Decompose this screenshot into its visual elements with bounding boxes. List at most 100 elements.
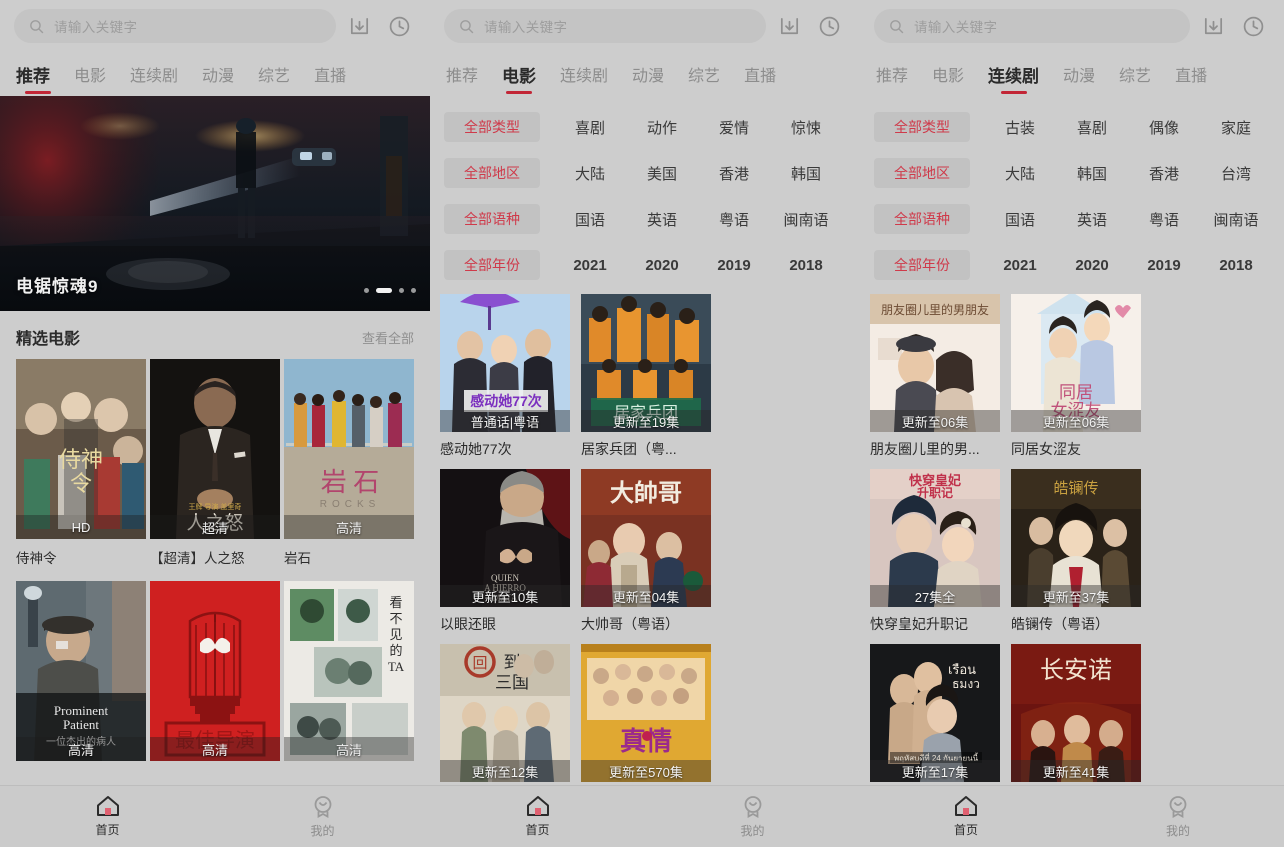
filter-option[interactable]: 大陆 <box>984 163 1056 184</box>
tab-dongman[interactable]: 动漫 <box>190 52 246 96</box>
download-icon[interactable] <box>342 9 376 43</box>
filter-all-year[interactable]: 全部年份 <box>444 250 540 280</box>
filter-option[interactable]: 2021 <box>984 257 1056 274</box>
history-clock-icon[interactable] <box>382 9 416 43</box>
list-item[interactable]: 最佳导演 高清 <box>150 581 280 761</box>
download-icon[interactable] <box>772 9 806 43</box>
list-item[interactable]: 看 不 见 的 TA 高清 <box>284 581 414 761</box>
tab-zhibo[interactable]: 直播 <box>1163 52 1219 96</box>
poster-thumbnail[interactable]: 最佳导演 高清 <box>150 581 280 761</box>
poster-thumbnail[interactable]: QUIEN A HIERRO MATA 更新至10集 <box>440 469 570 607</box>
poster-thumbnail[interactable]: 快穿皇妃 升职记 27集全 <box>870 469 1000 607</box>
poster-thumbnail[interactable]: 同居 女涩友 更新至06集 <box>1011 294 1141 432</box>
filter-option[interactable]: 粤语 <box>1128 209 1200 230</box>
list-item[interactable]: 岩 石 ROCKS 高清 岩石 <box>284 359 414 567</box>
filter-option[interactable]: 2019 <box>698 257 770 274</box>
tab-lianxuju[interactable]: 连续剧 <box>118 52 190 96</box>
tab-zongyi[interactable]: 综艺 <box>1107 52 1163 96</box>
tab-dongman[interactable]: 动漫 <box>1051 52 1107 96</box>
filter-all-region[interactable]: 全部地区 <box>874 158 970 188</box>
filter-option[interactable]: 2 <box>1272 257 1284 274</box>
table-row[interactable]: 大帥哥 更新至04集 大帅哥（粤语） <box>581 469 711 634</box>
tab-zongyi[interactable]: 综艺 <box>246 52 302 96</box>
filter-option[interactable]: 警匪 <box>1272 117 1284 138</box>
filter-option[interactable]: 大陆 <box>554 163 626 184</box>
carousel-dot[interactable] <box>399 288 404 293</box>
poster-thumbnail[interactable]: เรือน ธมงว พฤหัสบดีที่ 24 กันยายนนี้ 更新至… <box>870 644 1000 782</box>
table-row[interactable]: 居家兵团 更新至19集 居家兵团（粤... <box>581 294 711 459</box>
table-row[interactable]: 感动她77次 普通话|粤语 感动她77次 <box>440 294 570 459</box>
tab-lianxuju[interactable]: 连续剧 <box>548 52 620 96</box>
poster-thumbnail[interactable]: 回 到 三国 更新至12集 <box>440 644 570 782</box>
filter-option[interactable]: 喜剧 <box>554 117 626 138</box>
tab-dongman[interactable]: 动漫 <box>620 52 676 96</box>
table-row[interactable]: 同居 女涩友 更新至06集 同居女涩友 <box>1011 294 1141 459</box>
filter-option[interactable]: 犯罪 <box>842 117 860 138</box>
poster-thumbnail[interactable]: 真情 更新至570集 <box>581 644 711 782</box>
filter-all-language[interactable]: 全部语种 <box>444 204 540 234</box>
nav-item-home[interactable]: 首页 <box>860 786 1072 847</box>
table-row[interactable]: 朋友圈儿里的男朋友 更新至06集 朋友圈儿里的男... <box>870 294 1000 459</box>
filter-all-type[interactable]: 全部类型 <box>444 112 540 142</box>
filter-option[interactable]: 2020 <box>626 257 698 274</box>
poster-thumbnail[interactable]: 居家兵团 更新至19集 <box>581 294 711 432</box>
filter-option[interactable]: 英语 <box>1056 209 1128 230</box>
poster-thumbnail[interactable]: 王牌 导演 盖里奇 人之怒 超清 <box>150 359 280 539</box>
tab-tuijian[interactable]: 推荐 <box>14 52 62 96</box>
filter-option[interactable]: 2019 <box>1128 257 1200 274</box>
filter-option[interactable]: 韩 <box>842 209 860 230</box>
list-item[interactable]: Prominent Patient 一位杰出的病人 高清 <box>16 581 146 761</box>
tab-dianying[interactable]: 电影 <box>62 52 118 96</box>
carousel-dot[interactable] <box>364 288 369 293</box>
search-input[interactable]: 请输入关键字 <box>874 9 1190 43</box>
nav-item-home[interactable]: 首页 <box>0 786 215 847</box>
poster-thumbnail[interactable]: 朋友圈儿里的男朋友 更新至06集 <box>870 294 1000 432</box>
table-row[interactable]: QUIEN A HIERRO MATA 更新至10集 以眼还眼 <box>440 469 570 634</box>
poster-thumbnail[interactable]: 皓镧传 更新至37集 <box>1011 469 1141 607</box>
poster-thumbnail[interactable]: 岩 石 ROCKS 高清 <box>284 359 414 539</box>
nav-item-profile[interactable]: 我的 <box>645 786 860 847</box>
filter-option[interactable]: 粤语 <box>698 209 770 230</box>
tab-lianxuju[interactable]: 连续剧 <box>976 52 1051 96</box>
history-clock-icon[interactable] <box>812 9 846 43</box>
search-input[interactable]: 请输入关键字 <box>444 9 766 43</box>
list-item[interactable]: 侍神 令 HD 侍神令 <box>16 359 146 567</box>
filter-option[interactable]: 2 <box>842 257 860 274</box>
filter-all-region[interactable]: 全部地区 <box>444 158 540 188</box>
tab-zongyi[interactable]: 综艺 <box>676 52 732 96</box>
filter-option[interactable]: 古装 <box>984 117 1056 138</box>
filter-option[interactable]: 惊悚 <box>770 117 842 138</box>
filter-option[interactable]: 2021 <box>554 257 626 274</box>
filter-option[interactable]: 英国 <box>842 163 860 184</box>
filter-option[interactable]: 韩 <box>1272 209 1284 230</box>
filter-option[interactable]: 英语 <box>626 209 698 230</box>
poster-thumbnail[interactable]: 大帥哥 更新至04集 <box>581 469 711 607</box>
table-row[interactable]: 皓镧传 更新至37集 皓镧传（粤语） <box>1011 469 1141 634</box>
poster-thumbnail[interactable]: Prominent Patient 一位杰出的病人 高清 <box>16 581 146 761</box>
tab-zhibo[interactable]: 直播 <box>302 52 358 96</box>
filter-option[interactable]: 2018 <box>770 257 842 274</box>
nav-item-profile[interactable]: 我的 <box>215 786 430 847</box>
tab-zhibo[interactable]: 直播 <box>732 52 788 96</box>
poster-thumbnail[interactable]: 感动她77次 普通话|粤语 <box>440 294 570 432</box>
filter-option[interactable]: 偶像 <box>1128 117 1200 138</box>
carousel-dot-active[interactable] <box>376 288 392 293</box>
filter-option[interactable]: 国语 <box>984 209 1056 230</box>
filter-option[interactable]: 国语 <box>554 209 626 230</box>
download-icon[interactable] <box>1196 9 1230 43</box>
hero-carousel[interactable]: 电锯惊魂9 <box>0 96 430 311</box>
nav-item-home[interactable]: 首页 <box>430 786 645 847</box>
filter-option[interactable]: 动作 <box>626 117 698 138</box>
history-clock-icon[interactable] <box>1236 9 1270 43</box>
nav-item-profile[interactable]: 我的 <box>1072 786 1284 847</box>
search-input[interactable]: 请输入关键字 <box>14 9 336 43</box>
filter-option[interactable]: 台湾 <box>1200 163 1272 184</box>
tab-dianying[interactable]: 电影 <box>920 52 976 96</box>
filter-option[interactable]: 日本 <box>1272 163 1284 184</box>
filter-option[interactable]: 韩国 <box>770 163 842 184</box>
poster-thumbnail[interactable]: 长安诺 更新至41集 <box>1011 644 1141 782</box>
filter-option[interactable]: 2020 <box>1056 257 1128 274</box>
filter-option[interactable]: 家庭 <box>1200 117 1272 138</box>
list-item[interactable]: 王牌 导演 盖里奇 人之怒 超清 【超清】人之怒 <box>150 359 280 567</box>
carousel-dots[interactable] <box>364 288 416 293</box>
